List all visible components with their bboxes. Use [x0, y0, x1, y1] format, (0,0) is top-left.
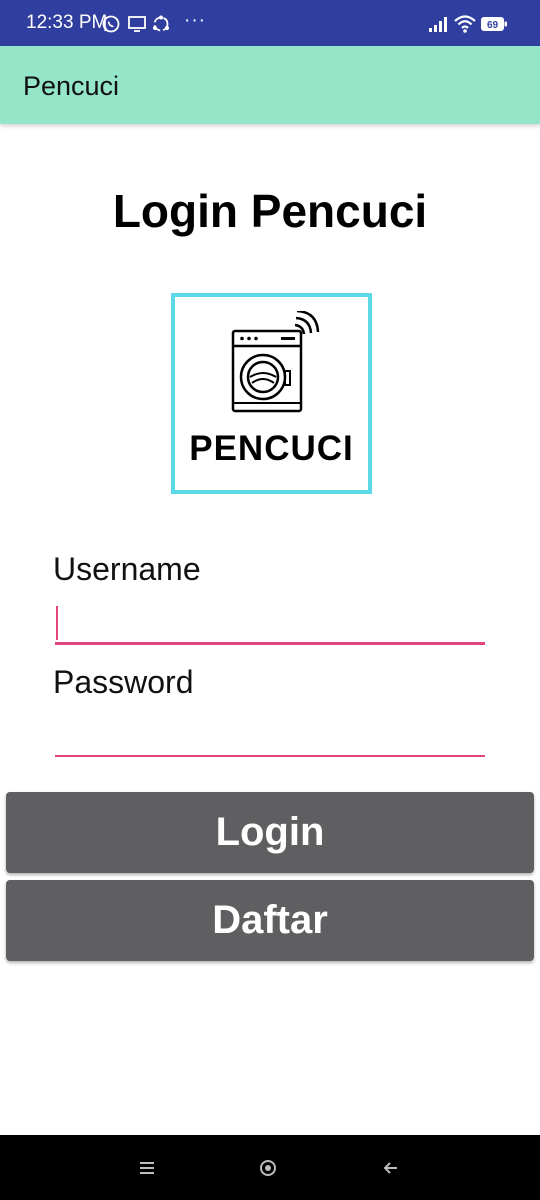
sync-icon [151, 14, 171, 34]
app-bar: Pencuci [0, 46, 540, 124]
status-bar: 12:33 PM ··· 69 [0, 0, 540, 46]
username-input[interactable] [55, 602, 485, 642]
password-label: Password [53, 664, 194, 700]
menu-icon[interactable] [136, 1157, 158, 1179]
page-title: Login Pencuci [112, 185, 428, 237]
wifi-icon [453, 14, 477, 34]
username-label: Username [53, 551, 201, 587]
navigation-bar [0, 1135, 540, 1200]
signal-icon [428, 14, 450, 34]
washing-machine-icon [231, 311, 320, 413]
whatsapp-icon [101, 14, 121, 34]
logo-text: PENCUCI [189, 429, 354, 468]
username-underline [55, 642, 485, 645]
login-screen: 12:33 PM ··· 69 Pencuci Login Pencuci PE… [0, 0, 540, 1200]
home-icon[interactable] [257, 1157, 279, 1179]
text-cursor [56, 606, 58, 640]
battery-icon: 69 [480, 14, 508, 34]
status-time: 12:33 PM [26, 12, 108, 33]
register-button[interactable]: Daftar [6, 880, 534, 961]
password-underline [55, 755, 485, 757]
screen-icon [127, 14, 147, 34]
back-icon[interactable] [380, 1157, 402, 1179]
battery-level: 69 [487, 20, 499, 31]
app-logo: PENCUCI [171, 293, 372, 494]
password-input[interactable] [55, 714, 485, 754]
login-button[interactable]: Login [6, 792, 534, 873]
more-notifications: ··· [184, 10, 206, 31]
app-bar-title: Pencuci [23, 71, 120, 101]
